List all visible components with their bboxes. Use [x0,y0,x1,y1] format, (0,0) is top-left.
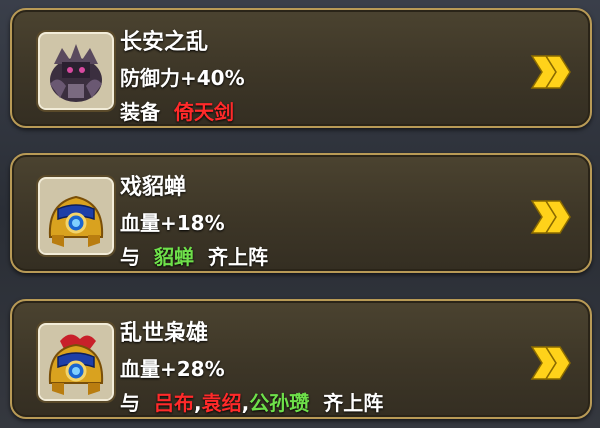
card-effect: 防御力+40% [120,66,245,90]
req-prefix: 与 [120,245,140,269]
req-suffix: 齐上阵 [323,391,384,415]
card-title: 长安之乱 [120,30,209,55]
card-title: 戏貂蝉 [120,175,187,200]
card-requirement: 与貂蝉 齐上阵 [120,241,268,270]
req-separator: , [194,391,202,415]
card-requirement: 与吕布,袁绍,公孙瓒 齐上阵 [120,387,383,416]
double-chevron-right-icon[interactable] [530,345,572,381]
card-requirement: 装备 倚天剑 [120,96,234,125]
card-title: 乱世枭雄 [120,321,209,346]
req-item: 貂蝉 [154,245,194,269]
golden-helmet-icon [38,177,114,255]
req-suffix: 齐上阵 [208,245,268,269]
dark-armor-general-icon [38,32,114,110]
req-item: 吕布 [154,391,194,415]
golden-helmet-red-plume-icon [38,323,114,401]
fate-card-luanshi[interactable]: 乱世枭雄 血量+28% 与吕布,袁绍,公孙瓒 齐上阵 [10,299,592,419]
double-chevron-right-icon[interactable] [530,199,572,235]
card-effect: 血量+18% [120,211,225,235]
fate-card-diaochan[interactable]: 戏貂蝉 血量+18% 与貂蝉 齐上阵 [10,153,592,273]
card-effect: 血量+28% [120,357,225,381]
double-chevron-right-icon[interactable] [530,54,572,90]
req-item: 公孙瓒 [249,391,310,415]
req-prefix: 装备 [120,100,160,124]
req-item: 倚天剑 [174,100,234,124]
fate-card-changan[interactable]: 长安之乱 防御力+40% 装备 倚天剑 [10,8,592,128]
req-item: 袁绍 [201,391,242,415]
req-prefix: 与 [120,391,140,415]
